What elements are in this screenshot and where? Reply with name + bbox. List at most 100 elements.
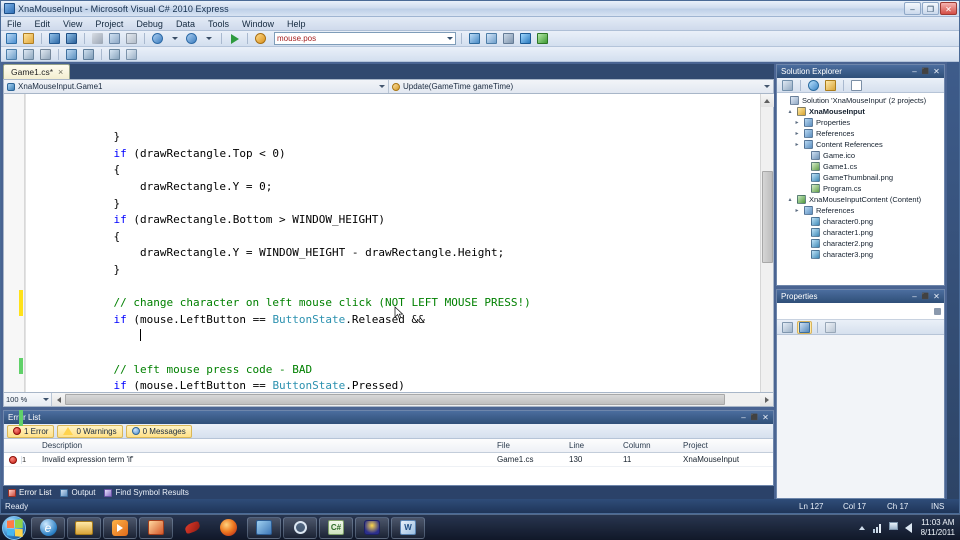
paint-icon[interactable]	[139, 516, 173, 539]
properties-icon[interactable]	[780, 79, 795, 92]
start-debug-icon[interactable]	[227, 32, 242, 46]
filter-errors-button[interactable]: 1 Error	[7, 424, 55, 438]
tree-item[interactable]: character0.png	[779, 216, 944, 227]
action-center-flag-icon[interactable]	[888, 522, 900, 533]
close-icon[interactable]: ✕	[931, 67, 942, 76]
expander-icon[interactable]: ▸	[793, 130, 801, 137]
redo-dropdown-icon[interactable]	[201, 32, 216, 46]
toggle-bookmark-icon[interactable]	[64, 47, 79, 61]
tree-item[interactable]: Solution 'XnaMouseInput' (2 projects)	[779, 95, 944, 106]
menu-item-tools[interactable]: Tools	[206, 19, 231, 29]
menu-item-debug[interactable]: Debug	[134, 19, 165, 29]
pin-icon[interactable]: ⬛	[749, 414, 760, 421]
undo-dropdown-icon[interactable]	[167, 32, 182, 46]
solution-tree[interactable]: Solution 'XnaMouseInput' (2 projects) ▴ Xn…	[777, 93, 944, 285]
toolbox-icon[interactable]	[518, 32, 533, 46]
start-orb-icon[interactable]	[2, 515, 26, 540]
scroll-up-button[interactable]	[760, 94, 774, 107]
tree-item[interactable]: Program.cs	[779, 183, 944, 194]
column-header-line[interactable]: Line	[569, 441, 623, 450]
search-icon[interactable]	[283, 516, 317, 539]
close-icon[interactable]: ✕	[760, 413, 771, 422]
tree-item[interactable]: Game1.cs	[779, 161, 944, 172]
menu-item-view[interactable]: View	[61, 19, 84, 29]
editor-horizontal-scrollbar[interactable]	[65, 393, 760, 406]
windows-explorer-icon[interactable]	[67, 516, 101, 539]
tab-find-symbol-results[interactable]: Find Symbol Results	[104, 488, 189, 497]
scroll-right-button[interactable]	[760, 393, 773, 406]
show-hidden-icons-icon[interactable]	[857, 522, 868, 533]
visual-csharp-icon[interactable]: C#	[319, 516, 353, 539]
close-icon[interactable]: ✕	[931, 292, 942, 301]
document-tab-game1[interactable]: Game1.cs* ×	[3, 64, 71, 79]
chevron-down-icon[interactable]	[43, 398, 49, 401]
redo-icon[interactable]	[184, 32, 199, 46]
tab-output[interactable]: Output	[60, 488, 95, 497]
solution-explorer-icon[interactable]	[467, 32, 482, 46]
filter-messages-button[interactable]: 0 Messages	[125, 424, 192, 438]
next-bookmark-icon[interactable]	[81, 47, 96, 61]
tree-item[interactable]: character2.png	[779, 238, 944, 249]
minimize-button[interactable]: –	[904, 2, 921, 15]
menu-item-file[interactable]: File	[5, 19, 24, 29]
new-project-icon[interactable]	[4, 32, 19, 46]
tree-item[interactable]: ▸ Properties	[779, 117, 944, 128]
navigation-class-dropdown[interactable]: XnaMouseInput.Game1	[4, 80, 389, 93]
autohide-tab-strip[interactable]	[947, 62, 959, 499]
hscroll-thumb[interactable]	[65, 394, 725, 405]
cut-icon[interactable]	[90, 32, 105, 46]
increase-indent-icon[interactable]	[107, 47, 122, 61]
firefox-icon[interactable]	[211, 517, 245, 539]
chilli-icon[interactable]	[175, 517, 209, 539]
paste-icon[interactable]	[124, 32, 139, 46]
dropdown-icon[interactable]	[934, 308, 941, 315]
chevron-down-icon[interactable]	[764, 85, 770, 88]
menu-item-help[interactable]: Help	[285, 19, 308, 29]
properties-object-selector[interactable]	[777, 303, 944, 320]
autohide-icon[interactable]: ‒	[909, 67, 920, 76]
save-all-icon[interactable]	[64, 32, 79, 46]
table-row[interactable]: 1 Invalid expression term 'if' Game1.cs …	[4, 453, 773, 467]
column-header-column[interactable]: Column	[623, 441, 683, 450]
alphabetical-icon[interactable]	[797, 320, 812, 334]
chevron-down-icon[interactable]	[379, 85, 385, 88]
chevron-down-icon[interactable]	[447, 37, 453, 40]
decrease-indent-icon[interactable]	[38, 47, 53, 61]
tree-item[interactable]: ▸ References	[779, 128, 944, 139]
comment-icon[interactable]	[4, 47, 19, 61]
uncomment-icon[interactable]	[21, 47, 36, 61]
tree-item[interactable]: GameThumbnail.png	[779, 172, 944, 183]
open-file-icon[interactable]	[21, 32, 36, 46]
editor-zoom-control[interactable]: 100 %	[4, 393, 52, 406]
internet-explorer-icon[interactable]: e	[31, 516, 65, 539]
taskbar-clock[interactable]: 11:03 AM 8/11/2011	[921, 518, 955, 538]
tree-item[interactable]: ▸ Content References	[779, 139, 944, 150]
volume-icon[interactable]	[904, 522, 916, 533]
media-player-icon[interactable]	[103, 516, 137, 539]
close-button[interactable]: ✕	[940, 2, 957, 15]
audacity-icon[interactable]	[355, 516, 389, 539]
tab-error-list[interactable]: Error List	[8, 488, 51, 497]
save-icon[interactable]	[47, 32, 62, 46]
categorized-icon[interactable]	[780, 321, 795, 334]
tree-item[interactable]: ▴ XnaMouseInputContent (Content)	[779, 194, 944, 205]
find-icon[interactable]	[253, 32, 268, 46]
filter-warnings-button[interactable]: 0 Warnings	[57, 424, 123, 438]
maximize-button[interactable]: ❐	[922, 2, 939, 15]
view-code-icon[interactable]	[849, 79, 864, 92]
network-icon[interactable]	[872, 522, 884, 533]
column-header-file[interactable]: File	[497, 441, 569, 450]
show-all-files-icon[interactable]	[823, 79, 838, 92]
code-text[interactable]: } if (drawRectangle.Top < 0) { drawRecta…	[26, 94, 760, 392]
tree-item[interactable]: character3.png	[779, 249, 944, 260]
close-icon[interactable]: ×	[58, 67, 63, 77]
menu-item-data[interactable]: Data	[174, 19, 197, 29]
navigation-member-dropdown[interactable]: Update(GameTime gameTime)	[389, 80, 773, 93]
column-header-project[interactable]: Project	[683, 441, 773, 450]
tree-item[interactable]: ▴ XnaMouseInput	[779, 106, 944, 117]
editor-vertical-scrollbar[interactable]	[760, 94, 774, 392]
properties-grid[interactable]	[777, 335, 944, 498]
refresh-icon[interactable]	[806, 79, 821, 92]
object-browser-icon[interactable]	[501, 32, 516, 46]
menu-item-window[interactable]: Window	[240, 19, 276, 29]
